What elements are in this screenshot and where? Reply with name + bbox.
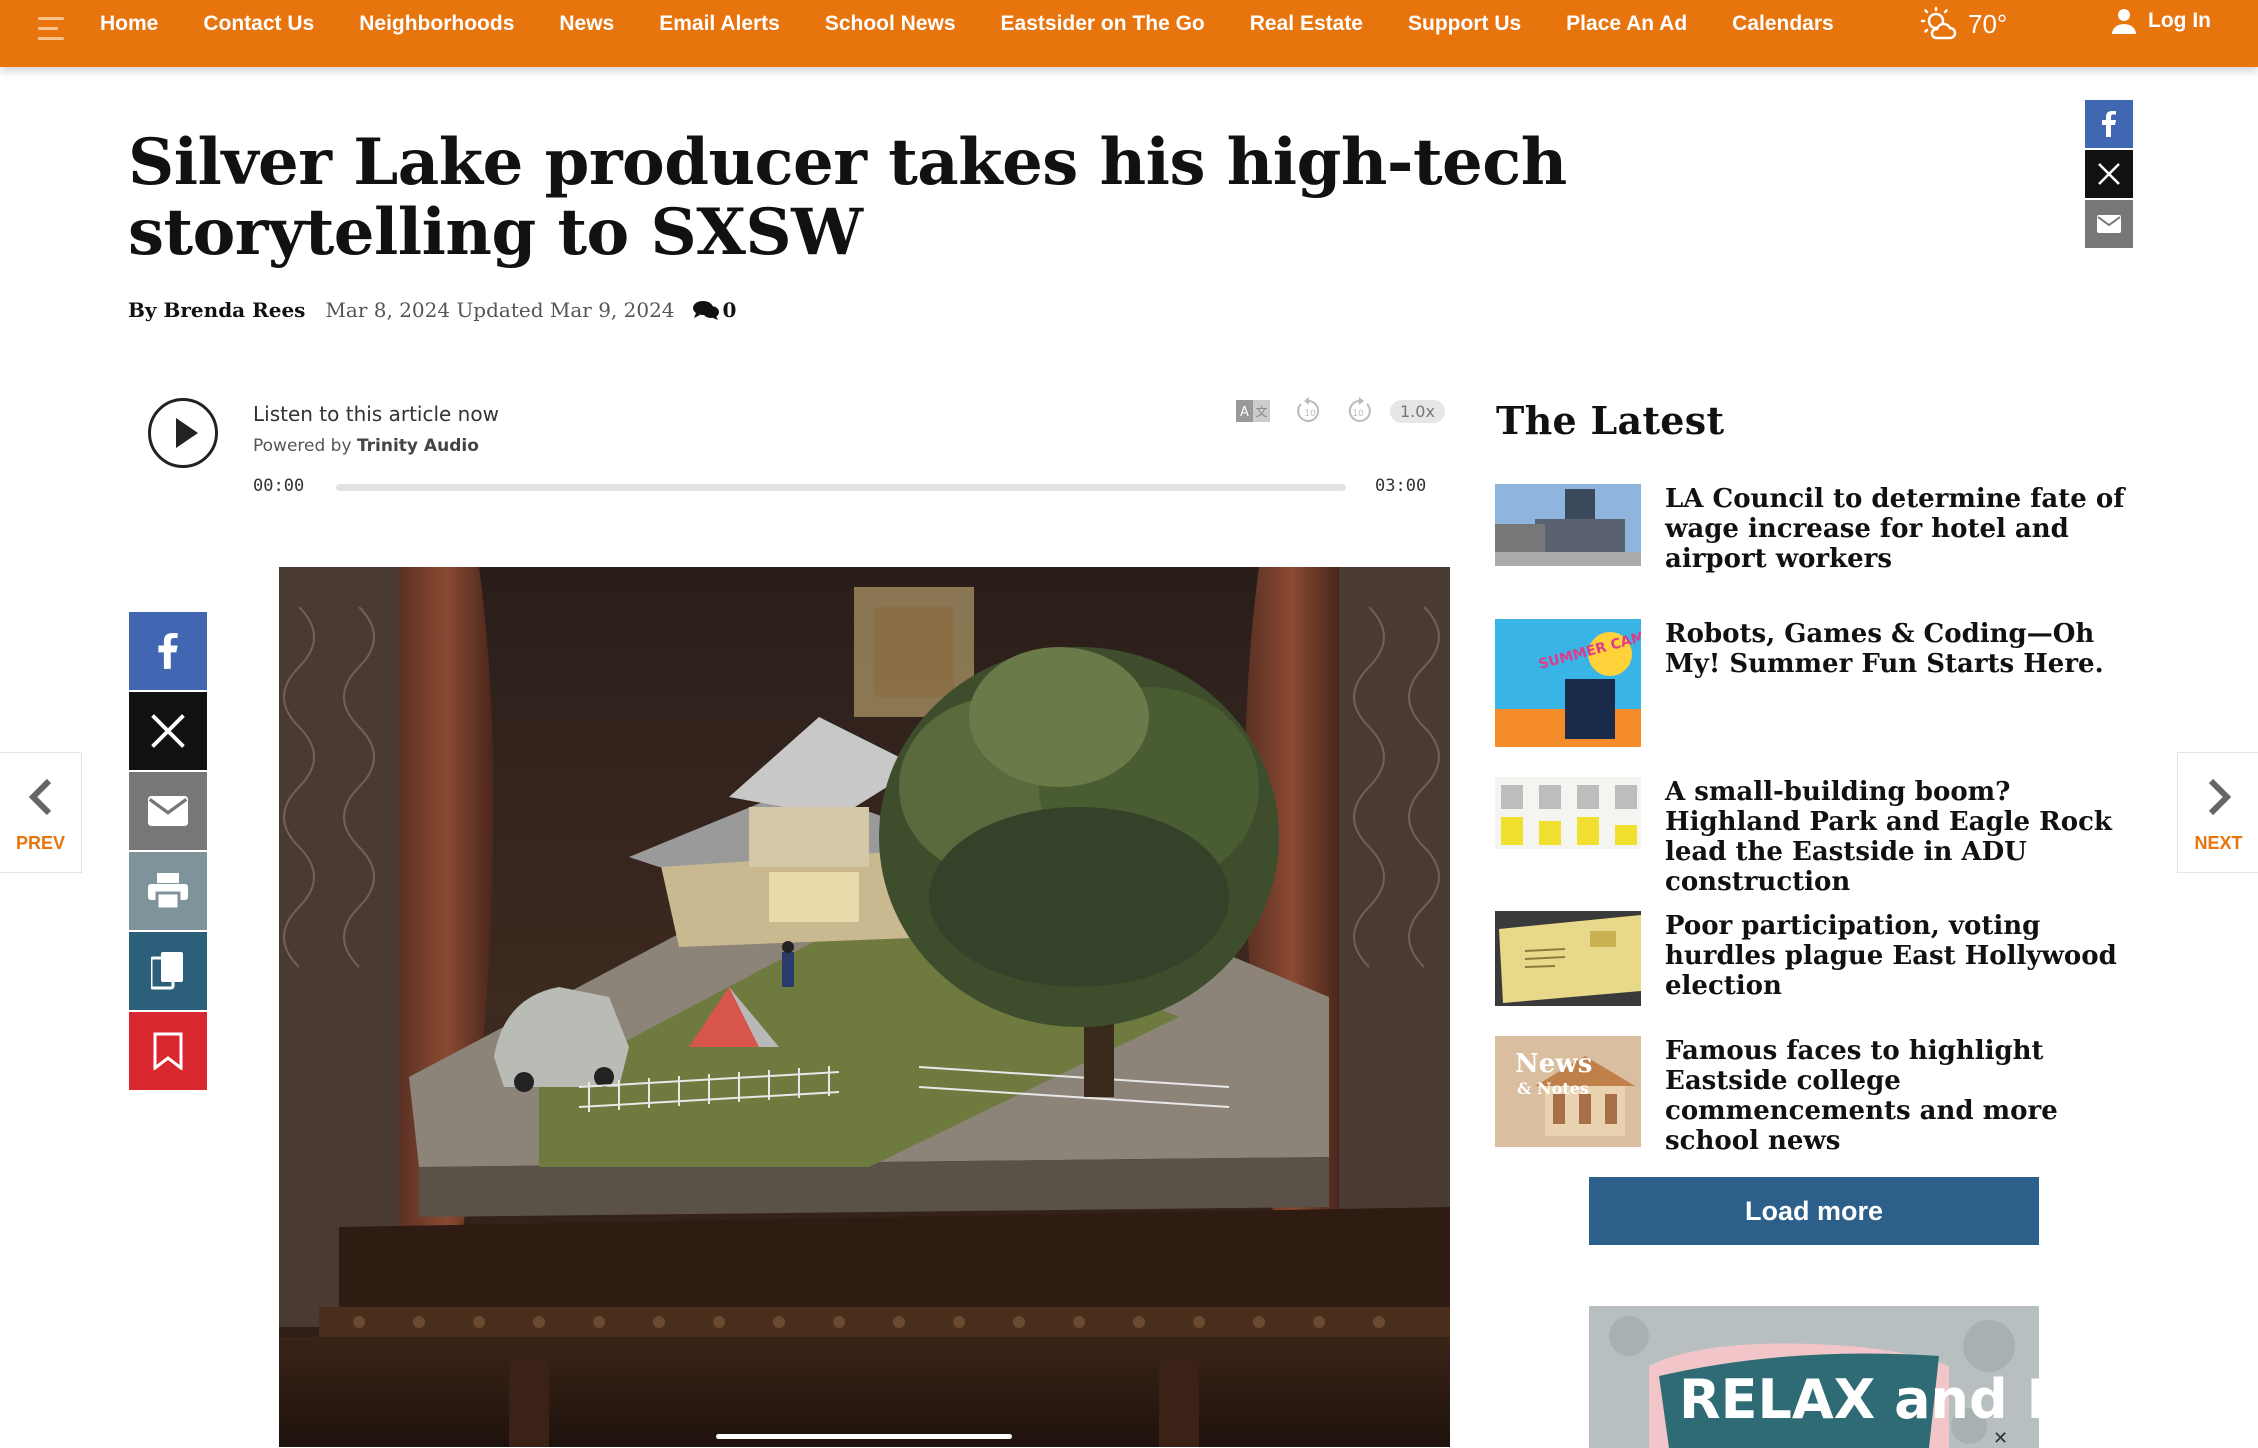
svg-text:文: 文 xyxy=(1255,404,1267,419)
comments-icon xyxy=(692,301,719,320)
play-button[interactable] xyxy=(148,398,218,468)
publish-dates: Mar 8, 2024 Updated Mar 9, 2024 xyxy=(325,298,675,322)
main-nav: Home Contact Us Neighborhoods News Email… xyxy=(100,0,1879,47)
article-hero-image[interactable] xyxy=(279,567,1450,1447)
news-notes-thumb-text-top: News xyxy=(1515,1049,1592,1079)
bookmark-icon xyxy=(153,1032,183,1070)
latest-headline[interactable]: A small-building boom? Highland Park and… xyxy=(1665,777,2135,897)
latest-thumb[interactable] xyxy=(1495,484,1641,566)
next-label: NEXT xyxy=(2194,833,2243,853)
comments-link[interactable]: 0 xyxy=(692,298,737,322)
playback-speed-button[interactable]: 1.0x xyxy=(1390,399,1445,423)
latest-thumb[interactable] xyxy=(1495,777,1641,859)
partly-sunny-icon xyxy=(1920,6,1957,40)
email-icon xyxy=(2097,215,2121,233)
audio-controls: A 文 10 10 1.0x xyxy=(1236,396,1445,426)
nav-neighborhoods[interactable]: Neighborhoods xyxy=(359,12,514,36)
diorama-photo xyxy=(279,567,1450,1447)
nav-email-alerts[interactable]: Email Alerts xyxy=(659,12,780,36)
x-share-button[interactable] xyxy=(2085,150,2133,198)
share-bar-left xyxy=(129,612,207,1092)
nav-news[interactable]: News xyxy=(559,12,614,36)
email-icon xyxy=(148,796,188,826)
facebook-icon xyxy=(2102,111,2116,137)
article-title: Silver Lake producer takes his high-tech… xyxy=(128,125,1567,270)
next-article-button[interactable]: NEXT xyxy=(2177,752,2258,873)
nav-home[interactable]: Home xyxy=(100,12,158,36)
audio-duration: 03:00 xyxy=(1375,476,1427,496)
forward-10-icon[interactable]: 10 xyxy=(1344,396,1374,426)
byline: By Brenda Rees Mar 8, 2024 Updated Mar 9… xyxy=(128,298,736,322)
latest-heading: The Latest xyxy=(1496,398,1725,443)
chevron-left-icon xyxy=(28,778,52,816)
facebook-icon xyxy=(158,633,178,669)
audio-powered-by: Powered by Trinity Audio xyxy=(253,436,479,456)
copy-link-button[interactable] xyxy=(129,932,207,1010)
rewind-10-icon[interactable]: 10 xyxy=(1294,396,1324,426)
news-notes-thumb-text-bottom: & Notes xyxy=(1517,1079,1589,1098)
x-icon xyxy=(151,714,185,748)
temperature: 70° xyxy=(1968,8,2008,39)
svg-text:A: A xyxy=(1240,405,1249,420)
nav-place-an-ad[interactable]: Place An Ad xyxy=(1566,12,1687,36)
print-icon xyxy=(148,873,188,909)
latest-thumb[interactable]: News & Notes xyxy=(1495,1036,1641,1147)
svg-text:10: 10 xyxy=(1304,409,1316,419)
email-share-button-side[interactable] xyxy=(129,772,207,850)
weather-widget[interactable]: 70° xyxy=(1918,6,2007,42)
audio-progress-bar[interactable] xyxy=(336,484,1346,491)
nav-calendars[interactable]: Calendars xyxy=(1732,12,1834,36)
audio-current-time: 00:00 xyxy=(253,476,305,496)
latest-headline[interactable]: LA Council to determine fate of wage inc… xyxy=(1665,484,2135,574)
translate-icon[interactable]: A 文 xyxy=(1236,398,1270,424)
audio-listen-label: Listen to this article now xyxy=(253,402,499,426)
login-label: Log In xyxy=(2148,9,2211,32)
facebook-share-button[interactable] xyxy=(2085,100,2133,148)
user-icon xyxy=(2112,9,2136,34)
latest-headline[interactable]: Robots, Games & Coding—Oh My! Summer Fun… xyxy=(1665,619,2135,679)
prev-article-button[interactable]: PREV xyxy=(0,752,82,873)
share-bar-top xyxy=(2085,100,2133,250)
prev-label: PREV xyxy=(15,833,66,853)
nav-support-us[interactable]: Support Us xyxy=(1408,12,1521,36)
image-scroll-indicator xyxy=(716,1434,1012,1439)
email-share-button[interactable] xyxy=(2085,200,2133,248)
latest-headline[interactable]: Famous faces to highlight Eastside colle… xyxy=(1665,1036,2135,1156)
nav-contact-us[interactable]: Contact Us xyxy=(203,12,314,36)
trinity-audio-link[interactable]: Trinity Audio xyxy=(357,436,479,456)
print-button[interactable] xyxy=(129,852,207,930)
nav-school-news[interactable]: School News xyxy=(825,12,956,36)
latest-thumb[interactable]: SUMMER CAMPS 2025 xyxy=(1495,619,1641,747)
close-icon[interactable]: ✕ xyxy=(1993,1428,2008,1448)
top-navigation-bar: Home Contact Us Neighborhoods News Email… xyxy=(0,0,2258,67)
x-icon xyxy=(2098,163,2120,185)
facebook-share-button-side[interactable] xyxy=(129,612,207,690)
copy-icon xyxy=(151,952,183,990)
x-share-button-side[interactable] xyxy=(129,692,207,770)
svg-text:10: 10 xyxy=(1352,409,1364,419)
menu-icon[interactable] xyxy=(38,14,66,46)
ad-headline: RELAX and RADIATE xyxy=(1679,1368,2039,1431)
comments-count: 0 xyxy=(722,298,737,322)
author-link[interactable]: By Brenda Rees xyxy=(128,298,305,322)
latest-headline[interactable]: Poor participation, voting hurdles plagu… xyxy=(1665,911,2135,1001)
chevron-right-icon xyxy=(2208,778,2232,816)
nav-real-estate[interactable]: Real Estate xyxy=(1250,12,1363,36)
audio-player: Listen to this article now Powered by Tr… xyxy=(148,396,1445,506)
latest-thumb[interactable] xyxy=(1495,911,1641,1006)
login-link[interactable]: Log In xyxy=(2112,8,2211,34)
nav-eastsider-on-the-go[interactable]: Eastsider on The Go xyxy=(1001,12,1205,36)
load-more-button[interactable]: Load more xyxy=(1589,1177,2039,1245)
bookmark-button[interactable] xyxy=(129,1012,207,1090)
advertisement[interactable]: RELAX and RADIATE ✕ xyxy=(1589,1306,2039,1448)
